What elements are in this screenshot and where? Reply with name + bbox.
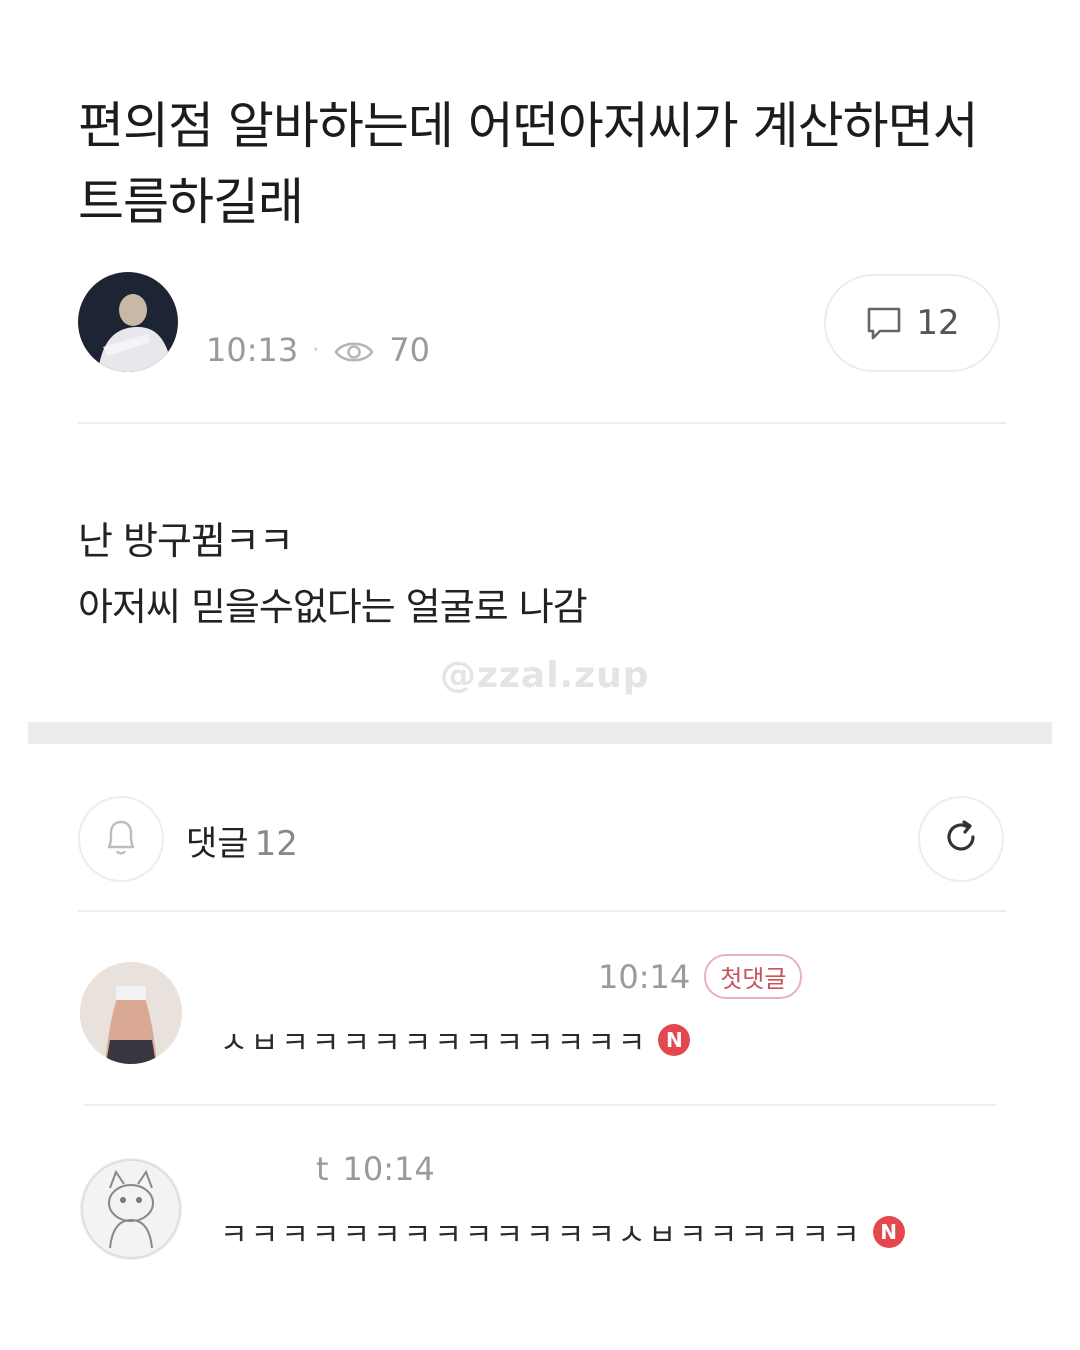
new-badge: N — [872, 1216, 905, 1248]
comment-time: 10:14 — [342, 1150, 435, 1188]
post-views: 70 — [389, 331, 430, 369]
comment-time: 10:14 — [598, 957, 691, 996]
comment-text: ㅋㅋㅋㅋㅋㅋㅋㅋㅋㅋㅋㅋㅋㅅㅂㅋㅋㅋㅋㅋㅋ — [220, 1218, 863, 1253]
post-meta: 10:13 · 70 — [206, 330, 430, 370]
refresh-button[interactable] — [918, 796, 1004, 882]
comment-avatar[interactable] — [80, 962, 182, 1064]
refresh-icon — [940, 816, 982, 862]
new-badge: N — [658, 1024, 691, 1056]
watermark: @zzal.zup — [440, 655, 650, 696]
comments-label: 댓글 — [186, 824, 249, 864]
comments-count: 12 — [254, 824, 298, 864]
eye-icon — [333, 336, 375, 364]
comment-avatar[interactable] — [80, 1158, 182, 1260]
divider — [78, 422, 1006, 424]
post-body: 난 방구뀜ㅋㅋ 아저씨 믿을수없다는 얼굴로 나감 — [78, 508, 978, 640]
comment-text-row: ㅅㅂㅋㅋㅋㅋㅋㅋㅋㅋㅋㅋㅋㅋ N — [220, 1018, 691, 1062]
comment-count-button[interactable]: 12 — [824, 274, 1000, 372]
section-separator — [28, 722, 1052, 744]
comments-heading: 댓글 12 — [186, 816, 298, 865]
first-comment-badge: 첫댓글 — [704, 954, 803, 999]
divider — [78, 910, 1006, 912]
comment-text-row: ㅋㅋㅋㅋㅋㅋㅋㅋㅋㅋㅋㅋㅋㅅㅂㅋㅋㅋㅋㅋㅋ N — [220, 1210, 905, 1254]
post-time: 10:13 — [206, 331, 299, 369]
post-body-line: 난 방구뀜ㅋㅋ — [78, 519, 294, 563]
meta-separator: · — [312, 337, 320, 363]
post-title: 편의점 알바하는데 어떤아저씨가 계산하면서 트름하길래 — [78, 97, 979, 231]
author-avatar[interactable] — [78, 272, 178, 372]
comment-text: ㅅㅂㅋㅋㅋㅋㅋㅋㅋㅋㅋㅋㅋㅋ — [220, 1026, 649, 1061]
notify-button[interactable] — [78, 796, 164, 882]
post-body-line: 아저씨 믿을수없다는 얼굴로 나감 — [78, 585, 588, 629]
comment-author[interactable]: t — [316, 1150, 329, 1188]
speech-bubble-icon — [864, 303, 904, 343]
comment-meta: t 10:14 — [316, 1150, 435, 1188]
divider — [84, 1104, 996, 1106]
comment-meta: 10:14 첫댓글 — [598, 954, 803, 999]
comment-count: 12 — [916, 303, 960, 343]
bell-icon — [101, 815, 141, 863]
